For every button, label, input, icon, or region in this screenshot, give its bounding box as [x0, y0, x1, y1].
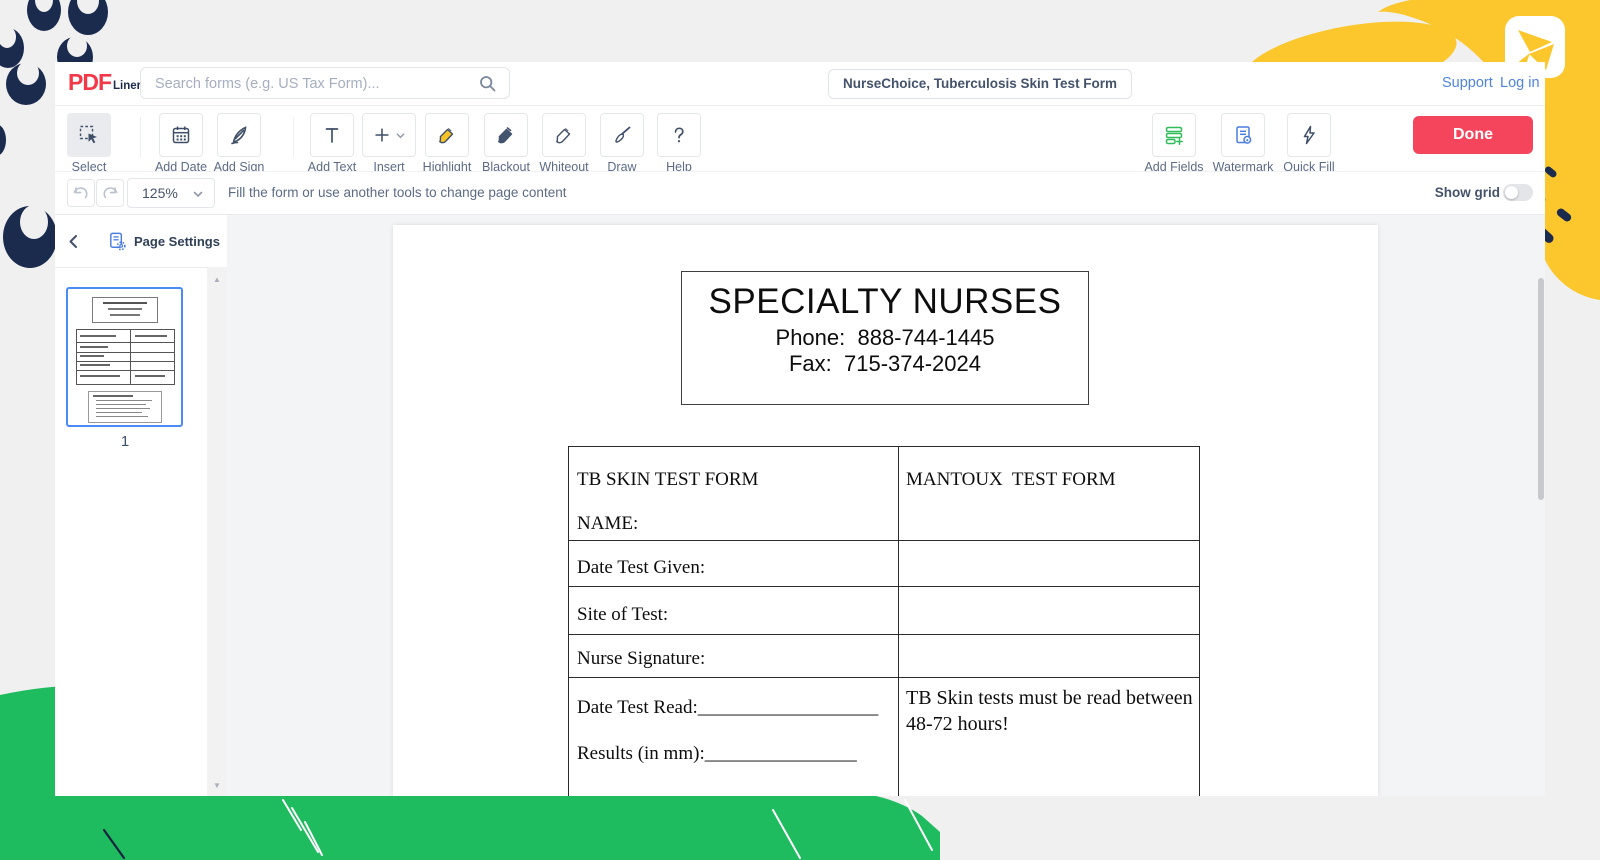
paintbrush-icon — [611, 124, 633, 146]
desktop: { "brand": {"name_primary": "PDF", "name… — [0, 0, 1600, 860]
redo-button[interactable] — [96, 179, 124, 207]
site-of-test-label: Site of Test: — [577, 604, 668, 626]
page-settings-button[interactable]: Page Settings — [107, 231, 220, 252]
blackout-brush-icon — [495, 124, 517, 146]
select-cursor-icon — [78, 124, 100, 146]
watermark-button[interactable]: Watermark — [1208, 113, 1278, 174]
add-fields-button[interactable]: Add Fields — [1139, 113, 1209, 174]
text-icon — [321, 124, 343, 146]
sidebar-scrollbar[interactable]: ▲ ▼ — [207, 267, 227, 796]
scroll-down-arrow[interactable]: ▼ — [207, 781, 227, 790]
page-thumbnail[interactable] — [66, 287, 183, 427]
page-settings-icon — [107, 231, 128, 252]
calendar-icon — [170, 124, 192, 146]
toolbar-divider — [140, 117, 141, 157]
tb-skin-test-form-title: TB SKIN TEST FORM — [577, 469, 758, 491]
search-input[interactable] — [153, 68, 467, 100]
watermark-icon — [1232, 124, 1254, 146]
add-sign-button[interactable]: Add Sign — [204, 113, 274, 174]
quick-fill-button[interactable]: Quick Fill — [1274, 113, 1344, 174]
show-grid-toggle[interactable] — [1503, 184, 1533, 201]
date-test-read-label: Date Test Read:___________________ — [577, 697, 878, 719]
thumb-text-block — [88, 391, 162, 423]
top-header: PDF Liner NurseChoice, Tuberculosis Skin… — [55, 62, 1545, 106]
date-test-given-label: Date Test Given: — [577, 557, 705, 579]
logo-pdf: PDF — [68, 71, 111, 94]
chevron-down-icon — [395, 130, 406, 141]
show-grid-label: Show grid — [1380, 185, 1500, 200]
thumb-table — [76, 329, 175, 385]
table-row-line — [569, 540, 1199, 541]
hint-text: Fill the form or use another tools to ch… — [228, 185, 566, 200]
question-mark-icon — [668, 124, 690, 146]
toggle-knob — [1505, 186, 1518, 199]
search-icon[interactable] — [478, 74, 497, 98]
table-row-line — [569, 634, 1199, 635]
mantoux-test-form-title: MANTOUX TEST FORM — [906, 469, 1116, 491]
support-link[interactable]: Support — [1442, 75, 1493, 91]
chevron-down-icon — [192, 188, 204, 200]
page-number: 1 — [55, 433, 195, 450]
zoom-select[interactable]: 125% — [127, 178, 215, 208]
pages-sidebar: Page Settings — [55, 215, 227, 796]
redo-icon — [100, 183, 120, 203]
main-toolbar: Select Add Date Add Sign Add Text — [55, 106, 1545, 171]
clinic-header-box: SPECIALTY NURSES Phone: 888-744-1445 Fax… — [681, 271, 1089, 405]
nurse-signature-label: Nurse Signature: — [577, 648, 705, 670]
plus-icon — [372, 125, 392, 145]
secondary-toolbar: 125% Fill the form or use another tools … — [55, 171, 1545, 215]
thumb-header-box — [92, 297, 158, 323]
table-column-divider — [898, 447, 899, 796]
done-button[interactable]: Done — [1413, 116, 1533, 154]
help-button[interactable]: Help — [644, 113, 714, 174]
highlight-brush-icon — [436, 124, 458, 146]
sidebar-header: Page Settings — [55, 215, 227, 268]
scroll-up-arrow[interactable]: ▲ — [207, 275, 227, 284]
search-box — [140, 67, 510, 99]
select-tool-button[interactable]: Select — [54, 113, 124, 174]
whiteout-brush-icon — [553, 124, 575, 146]
document-viewer: SPECIALTY NURSES Phone: 888-744-1445 Fax… — [227, 215, 1545, 796]
lightning-icon — [1298, 124, 1320, 146]
page-settings-label: Page Settings — [134, 234, 220, 249]
document-title[interactable]: NurseChoice, Tuberculosis Skin Test Form — [828, 69, 1132, 99]
table-row-line — [569, 586, 1199, 587]
toolbar-divider — [293, 117, 294, 157]
app-window: PDF Liner NurseChoice, Tuberculosis Skin… — [55, 62, 1545, 793]
results-label: Results (in mm):________________ — [577, 743, 857, 765]
pdfliner-logo[interactable]: PDF Liner — [68, 71, 141, 94]
add-fields-icon — [1163, 124, 1185, 146]
name-label: NAME: — [577, 513, 638, 535]
logo-liner: Liner — [113, 80, 141, 94]
collapse-sidebar-button[interactable] — [63, 230, 85, 257]
clinic-phone: Phone: 888-744-1445 — [682, 325, 1088, 351]
clinic-fax: Fax: 715-374-2024 — [682, 351, 1088, 377]
pdf-page[interactable]: SPECIALTY NURSES Phone: 888-744-1445 Fax… — [393, 225, 1378, 796]
content-area: Page Settings — [55, 215, 1545, 796]
clinic-name: SPECIALTY NURSES — [682, 282, 1088, 322]
zoom-value: 125% — [142, 185, 178, 201]
viewer-scrollbar-thumb[interactable] — [1538, 278, 1544, 500]
undo-button[interactable] — [67, 179, 95, 207]
tb-test-table: TB SKIN TEST FORM MANTOUX TEST FORM NAME… — [568, 446, 1200, 796]
chevron-left-icon — [63, 230, 85, 252]
login-link[interactable]: Log in — [1500, 75, 1540, 91]
undo-icon — [71, 183, 91, 203]
table-row-line — [569, 677, 1199, 678]
tb-read-note: TB Skin tests must be read between 48-72… — [906, 685, 1194, 738]
quill-pen-icon — [228, 124, 250, 146]
